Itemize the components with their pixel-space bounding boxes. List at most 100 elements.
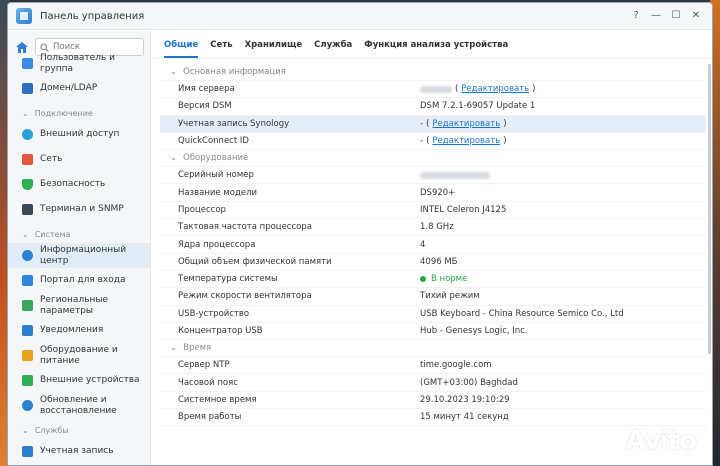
redacted-value: [420, 85, 452, 93]
tab-device-analytics[interactable]: Функция анализа устройства: [364, 40, 508, 58]
sidebar-item-label: Оборудование и питание: [40, 345, 118, 367]
label-line-1: Оборудование и: [40, 344, 118, 355]
chevron-down-icon: ⌄: [170, 343, 178, 354]
regional-icon: [22, 300, 33, 311]
scrollbar[interactable]: [706, 64, 712, 354]
row-dsm-version: Версия DSM DSM 7.2.1-69057 Update 1: [160, 98, 706, 116]
row-key: Общий объем физической памяти: [178, 256, 332, 267]
row-quickconnect: QuickConnect ID - (Редактировать): [160, 133, 706, 151]
label-line-1: Информационный: [40, 244, 127, 255]
notification-icon: [22, 325, 33, 336]
shield-icon: [22, 179, 33, 190]
info-table: ⌄ Основная информация Имя сервера (Редак…: [160, 64, 706, 465]
sidebar-item-login-portal[interactable]: Портал для входа: [8, 268, 150, 293]
tab-storage[interactable]: Хранилище: [245, 40, 303, 58]
paren-open: (: [426, 118, 430, 129]
row-value: - (Редактировать): [420, 119, 706, 129]
tab-network[interactable]: Сеть: [210, 40, 232, 58]
section-label: Службы: [34, 426, 69, 435]
row-key: Версия DSM: [178, 101, 232, 112]
group-basic-info[interactable]: ⌄ Основная информация: [160, 64, 706, 81]
users-icon: [22, 58, 33, 69]
sidebar-item-notifications[interactable]: Уведомления: [8, 318, 150, 343]
sidebar-item-account[interactable]: Учетная запись: [8, 439, 150, 464]
sidebar-item-label: Терминал и SNMP: [40, 204, 124, 214]
label-line-2: питание: [40, 355, 80, 366]
maximize-button[interactable]: ☐: [668, 9, 684, 23]
redacted-value: [420, 171, 490, 179]
section-label: Система: [34, 230, 71, 239]
tab-bar: Общие Сеть Хранилище Служба Функция анал…: [152, 31, 712, 59]
group-time[interactable]: ⌄ Время: [160, 340, 706, 358]
sidebar-item-terminal[interactable]: Терминал и SNMP: [8, 197, 150, 222]
sidebar-item-label: Сеть: [40, 154, 63, 164]
sidebar-item-update-restore[interactable]: Обновление и восстановление: [8, 393, 150, 418]
sidebar-item-hardware-power[interactable]: Оборудование и питание: [8, 343, 150, 368]
tab-general[interactable]: Общие: [164, 40, 199, 58]
row-value: INTEL Celeron J4125: [420, 204, 507, 215]
sidebar-item-domain[interactable]: Домен/LDAP: [8, 76, 150, 101]
help-button[interactable]: ?: [628, 9, 644, 23]
row-value: time.google.com: [420, 360, 492, 371]
row-key: Системное время: [178, 394, 257, 405]
title-bar[interactable]: Панель управления ? — ☐ ✕: [8, 3, 712, 30]
sidebar-item-security[interactable]: Безопасность: [8, 172, 150, 197]
row-key: Сервер NTP: [178, 360, 230, 371]
edit-quickconnect-link[interactable]: Редактировать: [432, 136, 500, 146]
row-value: (Редактировать): [420, 84, 706, 94]
sidebar-item-label: Информационный центр: [40, 245, 126, 267]
sidebar-item-label: Пользователь и группа: [40, 52, 115, 74]
row-cpu-freq: Тактовая частота процессора 1.8 GHz: [160, 219, 706, 237]
row-usb-device: USB-устройство USB Keyboard - China Reso…: [160, 306, 706, 323]
sidebar-item-regional[interactable]: Региональные параметры: [8, 293, 150, 318]
row-value: 15 минут 41 секунд: [420, 412, 509, 423]
row-value: 29.10.2023 19:10:29: [420, 394, 510, 405]
row-key: Серийный номер: [178, 170, 254, 181]
section-label: Подключение: [34, 109, 93, 118]
row-model: Название модели DS920+: [160, 184, 706, 202]
row-key: Название модели: [178, 187, 258, 198]
sidebar-item-network[interactable]: Сеть: [8, 147, 150, 172]
label-line-2: восстановление: [40, 405, 117, 416]
paren-close: ): [503, 118, 507, 129]
group-hardware[interactable]: ⌄ Оборудование: [160, 150, 706, 168]
chevron-down-icon: ⌄: [22, 230, 29, 239]
sidebar-section-connect[interactable]: ⌄ Подключение: [8, 101, 150, 122]
window-controls: ? — ☐ ✕: [628, 9, 704, 23]
scrollbar-thumb[interactable]: [708, 64, 711, 354]
minimize-button[interactable]: —: [648, 9, 664, 23]
row-value: USB Keyboard - China Resource Semico Co.…: [420, 308, 624, 319]
group-label: Оборудование: [183, 153, 249, 164]
chevron-down-icon: ⌄: [170, 153, 178, 164]
avito-watermark: Avito: [585, 426, 697, 456]
row-key: Ядра процессора: [178, 239, 256, 250]
sidebar: Пользователь и группа Домен/LDAP ⌄ Подкл…: [8, 31, 151, 465]
sidebar-item-label: Обновление и восстановление: [40, 395, 117, 417]
row-value: - (Редактировать): [420, 136, 706, 146]
paren-open: (: [455, 84, 459, 95]
sidebar-item-users[interactable]: Пользователь и группа: [8, 51, 150, 76]
sidebar-section-system[interactable]: ⌄ Система: [8, 222, 150, 243]
value-text: -: [420, 118, 424, 129]
info-icon: [22, 250, 33, 261]
sidebar-list: Пользователь и группа Домен/LDAP ⌄ Подкл…: [8, 51, 150, 464]
sidebar-section-services[interactable]: ⌄ Службы: [8, 418, 150, 439]
sidebar-item-info-center[interactable]: Информационный центр: [8, 243, 150, 268]
sidebar-item-external-access[interactable]: Внешний доступ: [8, 122, 150, 147]
sidebar-item-external-devices[interactable]: Внешние устройства: [8, 368, 150, 393]
chevron-down-icon: ⌄: [170, 67, 178, 77]
paren-close: ): [532, 84, 536, 95]
row-value: В норме: [420, 274, 706, 284]
sidebar-item-label: Учетная запись: [40, 446, 114, 456]
row-ntp: Сервер NTP time.google.com: [160, 357, 706, 375]
watermark-text: Avito: [625, 426, 697, 456]
group-label: Время: [183, 343, 212, 354]
chevron-down-icon: ⌄: [22, 109, 29, 118]
terminal-icon: [22, 204, 33, 215]
tab-service[interactable]: Служба: [314, 40, 352, 58]
edit-synology-account-link[interactable]: Редактировать: [432, 119, 500, 129]
edit-server-name-link[interactable]: Редактировать: [461, 84, 529, 94]
label-line-2: параметры: [40, 305, 94, 316]
row-value: DSM 7.2.1-69057 Update 1: [420, 101, 536, 112]
close-button[interactable]: ✕: [688, 9, 704, 23]
